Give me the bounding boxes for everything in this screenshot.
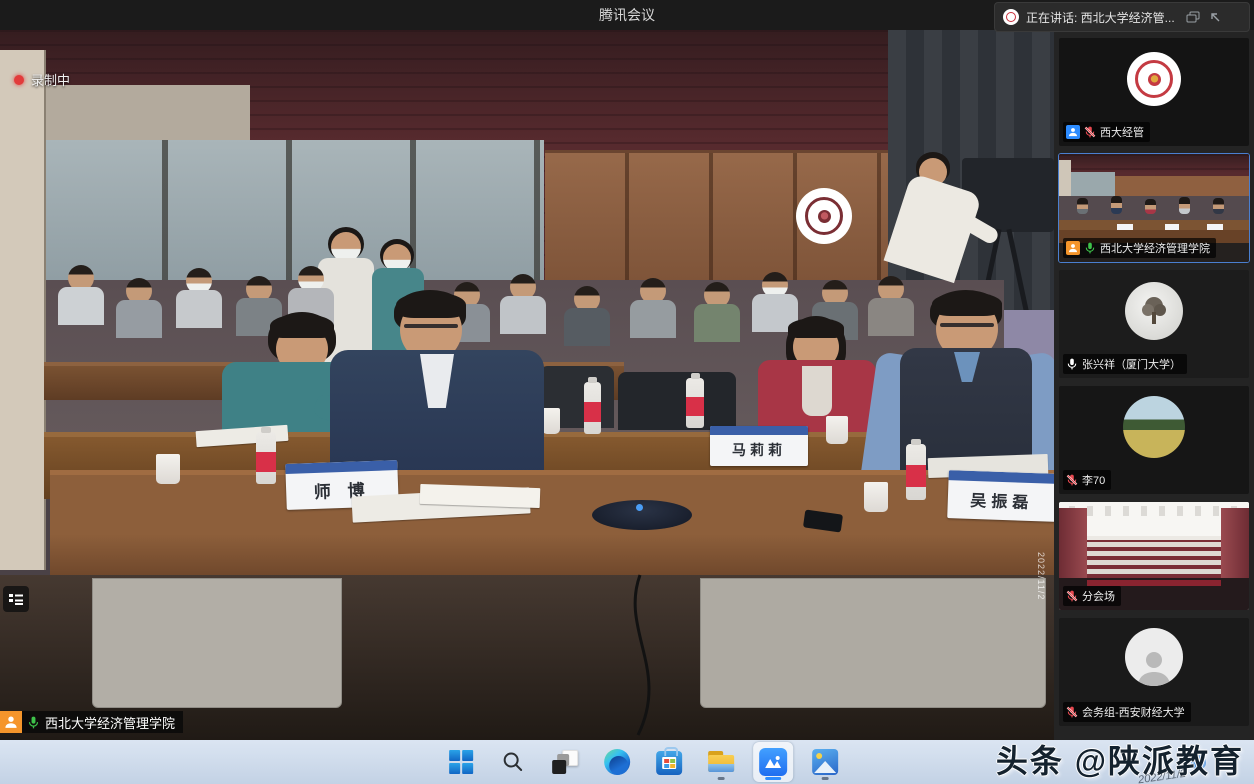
desktop-screen: { "window": { "title": "腾讯会议" }, "status…	[0, 0, 1254, 784]
host-badge-icon	[1066, 241, 1080, 255]
mic-muted-icon	[1084, 126, 1096, 138]
store-icon	[656, 751, 682, 775]
audience-member	[176, 268, 222, 328]
participant-tile-nwu[interactable]: 西北大学经济管理学院	[1059, 154, 1249, 262]
search-button[interactable]	[493, 742, 533, 782]
audience-member	[58, 265, 104, 325]
front-desk	[50, 470, 1054, 583]
participant-tile-xida-jingguan[interactable]: 西大经管	[1059, 38, 1249, 146]
participant-tile-zhang[interactable]: 张兴祥（厦门大学）	[1059, 270, 1249, 378]
folder-icon	[708, 751, 734, 773]
mini-person	[1213, 198, 1224, 214]
tencent-meeting-icon	[759, 748, 787, 776]
upper-wall	[44, 85, 250, 143]
tencent-meeting-button[interactable]	[753, 742, 793, 782]
active-speaker-overlay[interactable]: 正在讲话: 西北大学经济管...	[994, 2, 1250, 32]
main-speaker-nameplate: 西北大学经济管理学院	[0, 711, 183, 733]
file-explorer-button[interactable]	[701, 742, 741, 782]
mini-person	[1179, 197, 1190, 214]
participant-tile-branch-venue[interactable]: 分会场	[1059, 502, 1249, 610]
name-plate-ma-lili: 马莉莉	[710, 426, 808, 466]
list-layout-icon	[9, 593, 23, 605]
participants-sidebar: 西大经管 西北大学经济管理学院	[1054, 30, 1254, 740]
host-badge-icon	[0, 711, 22, 733]
avatar-tree	[1125, 282, 1183, 340]
audience-member	[694, 282, 740, 342]
speakerphone-led	[636, 504, 643, 511]
member-badge-icon	[1066, 125, 1080, 139]
paper-cup	[826, 416, 848, 444]
avatar-seal	[1127, 52, 1181, 106]
avatar-field-photo	[1123, 396, 1185, 458]
mic-muted-icon	[1066, 590, 1078, 602]
cable	[560, 570, 720, 740]
water-bottle	[256, 432, 276, 484]
university-seal-logo	[796, 188, 852, 244]
windows-logo-icon	[449, 750, 473, 774]
avatar-default-person	[1125, 628, 1183, 686]
seat-rows	[1087, 540, 1221, 578]
chair-back	[618, 372, 736, 430]
water-bottle	[584, 382, 601, 434]
recording-indicator: 录制中	[14, 70, 70, 89]
edge-icon	[604, 749, 630, 775]
paper-cup	[156, 454, 180, 484]
microsoft-store-button[interactable]	[649, 742, 689, 782]
documents	[420, 484, 541, 508]
date-watermark-vertical: 2022/11/2	[1036, 552, 1046, 600]
mini-person	[1145, 199, 1156, 214]
mic-on-icon	[1084, 242, 1096, 254]
meeting-logo-icon	[1003, 9, 1019, 25]
ceiling-lights	[1069, 506, 1239, 516]
recording-dot-icon	[14, 75, 24, 85]
toutiao-watermark: 头条 @陕派教育 2022/11/2	[996, 736, 1244, 782]
active-speaker-text: 正在讲话: 西北大学经济管...	[1026, 9, 1175, 26]
main-video-feed[interactable]: 马莉莉 师 博 吴振磊	[0, 30, 1054, 740]
layout-toggle-button[interactable]	[3, 586, 29, 612]
mic-on-icon	[1066, 358, 1078, 370]
switch-view-icon[interactable]	[1186, 11, 1200, 23]
mic-muted-icon	[1066, 706, 1078, 718]
water-bottle	[686, 378, 704, 428]
task-view-icon	[552, 750, 578, 774]
start-button[interactable]	[441, 742, 481, 782]
name-plate-wu-zhenlei: 吴振磊	[947, 470, 1054, 522]
collapse-arrow-icon[interactable]	[1208, 11, 1221, 23]
participant-tile-xcfe[interactable]: 会务组-西安财经大学	[1059, 618, 1249, 726]
mic-on-icon	[27, 716, 40, 729]
water-bottle	[906, 444, 926, 500]
search-icon	[501, 750, 525, 774]
paper-cup	[542, 408, 560, 434]
audience-member	[630, 278, 676, 338]
mini-person	[1077, 198, 1088, 214]
desk-panel	[92, 578, 342, 708]
participant-tile-li70[interactable]: 李70	[1059, 386, 1249, 494]
audience-member	[564, 286, 610, 346]
white-pillar	[0, 50, 46, 570]
photos-icon	[812, 749, 838, 775]
audience-member	[116, 278, 162, 338]
desk-panel	[700, 578, 1046, 708]
mic-muted-icon	[1066, 474, 1078, 486]
edge-browser-button[interactable]	[597, 742, 637, 782]
mini-person	[1111, 196, 1122, 214]
photos-button[interactable]	[805, 742, 845, 782]
paper-cup	[864, 482, 888, 512]
task-view-button[interactable]	[545, 742, 585, 782]
